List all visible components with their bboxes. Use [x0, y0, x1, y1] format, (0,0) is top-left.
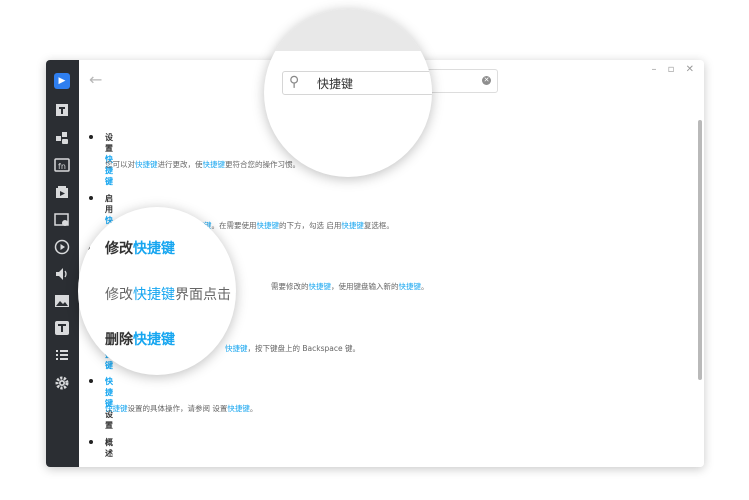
bullet	[84, 335, 90, 341]
gear-icon[interactable]	[54, 375, 70, 391]
text-segment: 进行更改，使	[157, 160, 203, 169]
highlighted-text: 快捷键	[398, 282, 422, 291]
text-segment: 修改	[105, 287, 133, 303]
text-icon[interactable]	[54, 102, 70, 118]
svg-text:fn: fn	[58, 162, 66, 171]
highlighted-text: 快捷键	[135, 160, 158, 169]
highlighted-text: 快捷键	[133, 332, 175, 348]
sidebar: ▶ fn	[46, 60, 79, 467]
clear-icon[interactable]: ✕	[482, 76, 491, 85]
highlighted-text: 快捷键	[133, 241, 175, 257]
magnified-heading: 修改快捷键	[105, 238, 175, 258]
bullet	[89, 440, 93, 444]
bullet	[84, 244, 90, 250]
minimize-button[interactable]: –	[651, 64, 656, 75]
text-segment: 启用	[105, 194, 113, 214]
text-segment: 概述	[105, 438, 113, 458]
text-segment: 的下方，勾选 启用	[279, 221, 342, 230]
blocks-icon[interactable]	[54, 130, 70, 146]
text-segment: 复选框。	[363, 221, 394, 230]
highlighted-text: 快捷键	[308, 282, 332, 291]
highlighted-text: 快捷键	[105, 404, 128, 413]
text-segment: ，按下键盘上的 Backspace 键。	[247, 344, 360, 353]
bullet	[89, 379, 93, 383]
text-segment: 。在需要使用	[211, 221, 257, 230]
text-segment: 设置的具体操作，请参阅 设置	[127, 404, 228, 413]
window-controls: – ▫ ✕	[643, 64, 694, 75]
text-segment: 。	[249, 404, 258, 413]
text-segment: 。	[421, 282, 429, 291]
item-desc: 快捷键设置的具体操作，请参阅 设置快捷键。	[105, 403, 257, 414]
magnified-paragraph: 修改快捷键界面点击 快	[105, 284, 236, 304]
highlighted-text: 快捷键	[227, 404, 250, 413]
volume-icon[interactable]	[54, 266, 70, 282]
item-desc: 需要修改的快捷键，使用键盘输入新的快捷键。	[271, 281, 429, 292]
highlighted-text: 快	[235, 287, 236, 303]
magnified-titlebar	[264, 9, 432, 51]
picture-icon[interactable]	[54, 293, 70, 309]
bullet	[89, 196, 93, 200]
list-icon[interactable]	[54, 347, 70, 363]
magnifier-content: 修改快捷键 修改快捷键界面点击 快 删除快捷键	[78, 207, 236, 375]
highlighted-text: 快捷键	[256, 221, 280, 230]
item-desc: 快捷键，按下键盘上的 Backspace 键。	[225, 343, 360, 354]
close-button[interactable]: ✕	[686, 64, 694, 75]
bullet	[89, 135, 93, 139]
image-settings-icon[interactable]	[54, 212, 70, 228]
search-icon: ⚲	[289, 74, 300, 90]
fn-icon[interactable]: fn	[54, 157, 70, 173]
text-segment: ，使用键盘输入新的	[331, 282, 399, 291]
text-box-icon[interactable]	[54, 320, 70, 336]
text-segment: 您可以对	[105, 160, 135, 169]
magnifier-search: ⚲ 快捷键	[264, 9, 432, 177]
text-segment: 修改	[105, 241, 133, 257]
text-segment: 更符合您的操作习惯。	[225, 160, 300, 169]
text-segment: 需要修改的	[271, 282, 309, 291]
text-segment: 设置	[105, 133, 113, 153]
text-segment: 界面点击	[175, 287, 236, 303]
item-heading: 概述	[105, 437, 113, 459]
back-arrow-icon[interactable]: ←	[89, 70, 102, 89]
scrollbar[interactable]	[698, 120, 702, 380]
highlighted-text: 快捷键	[225, 344, 248, 353]
maximize-button[interactable]: ▫	[668, 64, 675, 75]
play-icon[interactable]	[54, 239, 70, 255]
app-logo-icon[interactable]: ▶	[54, 73, 70, 89]
text-segment: 删除	[105, 332, 133, 348]
magnified-heading: 删除快捷键	[105, 329, 175, 349]
magnified-search-box: ⚲ 快捷键	[282, 71, 432, 95]
item-desc: 您可以对快捷键进行更改，使快捷键更符合您的操作习惯。	[105, 159, 300, 170]
item-desc: 快捷键。在需要使用快捷键的下方，勾选 启用快捷键复选框。	[189, 220, 394, 231]
magnified-search-text: 快捷键	[317, 77, 354, 91]
highlighted-text: 快捷键	[133, 287, 175, 303]
highlighted-text: 快捷键	[341, 221, 364, 230]
highlighted-text: 快捷键	[202, 160, 226, 169]
folder-icon[interactable]	[54, 184, 70, 200]
